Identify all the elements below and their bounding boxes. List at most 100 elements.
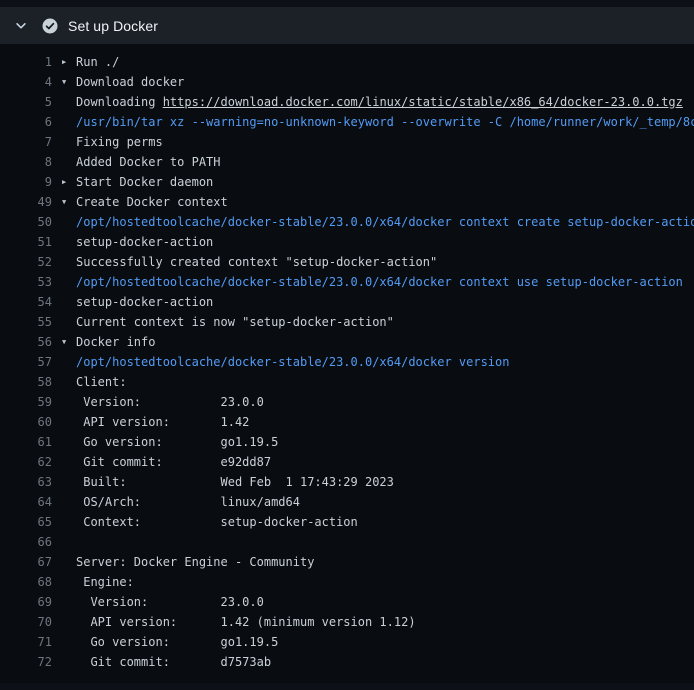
- log-text: Current context is now "setup-docker-act…: [76, 312, 394, 332]
- marker-spacer: [62, 432, 76, 452]
- log-line: 7Fixing perms: [0, 132, 694, 152]
- marker-spacer: [62, 232, 76, 252]
- line-number[interactable]: 70: [0, 612, 52, 632]
- line-number[interactable]: 1: [0, 52, 52, 72]
- marker-spacer: [62, 352, 76, 372]
- line-number[interactable]: 65: [0, 512, 52, 532]
- log-line: 64 OS/Arch: linux/amd64: [0, 492, 694, 512]
- line-number[interactable]: 63: [0, 472, 52, 492]
- marker-spacer: [62, 312, 76, 332]
- line-number[interactable]: 59: [0, 392, 52, 412]
- line-number[interactable]: 7: [0, 132, 52, 152]
- log-text: Version: 23.0.0: [76, 592, 264, 612]
- log-text: setup-docker-action: [76, 292, 213, 312]
- line-number[interactable]: 68: [0, 572, 52, 592]
- log-line: 71 Go version: go1.19.5: [0, 632, 694, 652]
- log-line: 1 ▶Run ./: [0, 52, 694, 72]
- group-title[interactable]: Run ./: [76, 52, 119, 72]
- log-line: 6/usr/bin/tar xz --warning=no-unknown-ke…: [0, 112, 694, 132]
- group-title[interactable]: Download docker: [76, 72, 184, 92]
- group-collapse-icon[interactable]: ▼: [62, 72, 76, 92]
- log-text: OS/Arch: linux/amd64: [76, 492, 300, 512]
- line-number[interactable]: 6: [0, 112, 52, 132]
- log-line: 4 ▼Download docker: [0, 72, 694, 92]
- log-text: API version: 1.42: [76, 412, 249, 432]
- line-number[interactable]: 62: [0, 452, 52, 472]
- log-text: Client:: [76, 372, 127, 392]
- marker-spacer: [62, 612, 76, 632]
- step-header[interactable]: Set up Docker: [0, 7, 694, 44]
- line-number[interactable]: 4: [0, 72, 52, 92]
- group-title[interactable]: Create Docker context: [76, 192, 228, 212]
- line-number[interactable]: 66: [0, 532, 52, 552]
- line-number[interactable]: 71: [0, 632, 52, 652]
- log-text: Engine:: [76, 572, 134, 592]
- line-number[interactable]: 67: [0, 552, 52, 572]
- log-text: Server: Docker Engine - Community: [76, 552, 314, 572]
- group-expand-icon[interactable]: ▶: [62, 172, 76, 192]
- log-line: 68 Engine:: [0, 572, 694, 592]
- log-text: Successfully created context "setup-dock…: [76, 252, 437, 272]
- log-line: 9 ▶Start Docker daemon: [0, 172, 694, 192]
- marker-spacer: [62, 92, 76, 112]
- log-text: Go version: go1.19.5: [76, 432, 278, 452]
- marker-spacer: [62, 492, 76, 512]
- command-text: /opt/hostedtoolcache/docker-stable/23.0.…: [76, 212, 694, 232]
- log-line: 57/opt/hostedtoolcache/docker-stable/23.…: [0, 352, 694, 372]
- log-line: 53/opt/hostedtoolcache/docker-stable/23.…: [0, 272, 694, 292]
- line-number[interactable]: 57: [0, 352, 52, 372]
- marker-spacer: [62, 372, 76, 392]
- log-line: 52 Successfully created context "setup-do…: [0, 252, 694, 272]
- line-number[interactable]: 60: [0, 412, 52, 432]
- chevron-down-icon[interactable]: [14, 19, 30, 33]
- marker-spacer: [62, 632, 76, 652]
- log-text: Built: Wed Feb 1 17:43:29 2023: [76, 472, 394, 492]
- log-line: 72 Git commit: d7573ab: [0, 652, 694, 672]
- line-number[interactable]: 54: [0, 292, 52, 312]
- marker-spacer: [62, 152, 76, 172]
- marker-spacer: [62, 472, 76, 492]
- group-expand-icon[interactable]: ▶: [62, 52, 76, 72]
- log-text: Go version: go1.19.5: [76, 632, 278, 652]
- line-number[interactable]: 56: [0, 332, 52, 352]
- log-line: 59 Version: 23.0.0: [0, 392, 694, 412]
- line-number[interactable]: 69: [0, 592, 52, 612]
- marker-spacer: [62, 552, 76, 572]
- marker-spacer: [62, 412, 76, 432]
- log-line: 49 ▼Create Docker context: [0, 192, 694, 212]
- line-number[interactable]: 72: [0, 652, 52, 672]
- group-collapse-icon[interactable]: ▼: [62, 192, 76, 212]
- log-line: 56 ▼Docker info: [0, 332, 694, 352]
- command-text: /usr/bin/tar xz --warning=no-unknown-key…: [76, 112, 694, 132]
- marker-spacer: [62, 292, 76, 312]
- log-line: 66: [0, 532, 694, 552]
- log-text: API version: 1.42 (minimum version 1.12): [76, 612, 416, 632]
- marker-spacer: [62, 572, 76, 592]
- line-number[interactable]: 8: [0, 152, 52, 172]
- line-number[interactable]: 58: [0, 372, 52, 392]
- log-line: 63 Built: Wed Feb 1 17:43:29 2023: [0, 472, 694, 492]
- log-link[interactable]: https://download.docker.com/linux/static…: [163, 95, 683, 109]
- line-number[interactable]: 55: [0, 312, 52, 332]
- line-number[interactable]: 52: [0, 252, 52, 272]
- log-line: 58 Client:: [0, 372, 694, 392]
- line-number[interactable]: 50: [0, 212, 52, 232]
- line-number[interactable]: 9: [0, 172, 52, 192]
- command-text: /opt/hostedtoolcache/docker-stable/23.0.…: [76, 272, 683, 292]
- line-number[interactable]: 64: [0, 492, 52, 512]
- log-line: 60 API version: 1.42: [0, 412, 694, 432]
- log-text: Added Docker to PATH: [76, 152, 221, 172]
- log-line: 69 Version: 23.0.0: [0, 592, 694, 612]
- group-title[interactable]: Docker info: [76, 332, 155, 352]
- log-line: 61 Go version: go1.19.5: [0, 432, 694, 452]
- line-number[interactable]: 53: [0, 272, 52, 292]
- group-collapse-icon[interactable]: ▼: [62, 332, 76, 352]
- line-number[interactable]: 49: [0, 192, 52, 212]
- marker-spacer: [62, 112, 76, 132]
- group-title[interactable]: Start Docker daemon: [76, 172, 213, 192]
- line-number[interactable]: 51: [0, 232, 52, 252]
- line-number[interactable]: 61: [0, 432, 52, 452]
- line-number[interactable]: 5: [0, 92, 52, 112]
- log-line: 51setup-docker-action: [0, 232, 694, 252]
- log-line: 70 API version: 1.42 (minimum version 1.…: [0, 612, 694, 632]
